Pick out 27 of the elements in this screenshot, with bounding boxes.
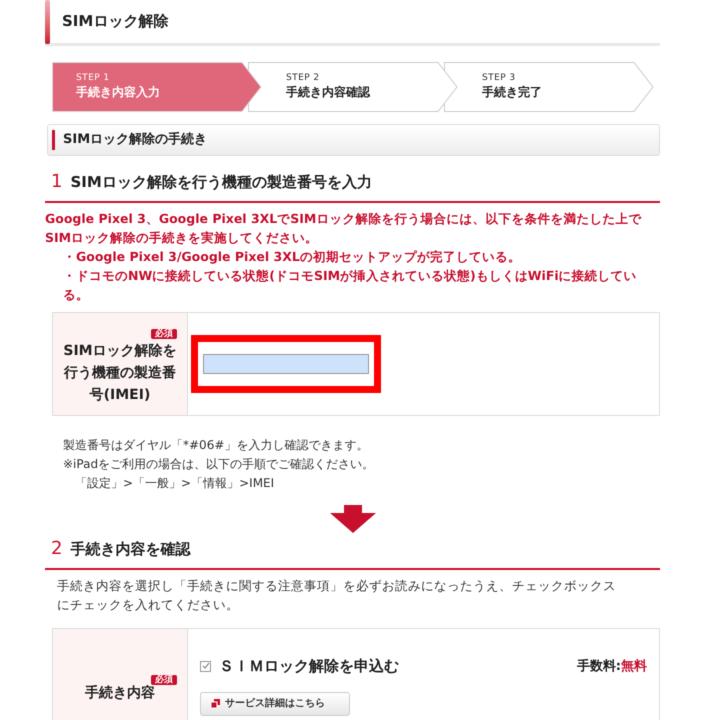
description-text: 手続き内容を選択し「手続きに関する注意事項」を必ずお読みになったうえ、チェックボックスにチェックを入れてください。	[57, 577, 617, 614]
note-text: 製造番号はダイヤル「*#06#」を入力し確認できます。	[63, 437, 370, 454]
notice-text: Google Pixel 3、Google Pixel 3XLでSIMロック解除を行う場合には、以下を条件を満たした上でSIMロック解除の手続きを実施してください。	[45, 210, 642, 247]
notice-text: ・ドコモのNWに接続している状態(ドコモSIMが挿入されている状態)もしくはWiFiに接続している。	[62, 267, 638, 304]
step-label: 手続き完了	[482, 84, 543, 100]
notice-text: ・Google Pixel 3/Google Pixel 3XLの初期セットアップが完了している。	[62, 248, 522, 266]
section-title: SIMロック解除の手続き	[63, 130, 208, 150]
step-number: STEP 1	[76, 72, 111, 84]
section-number: 1	[51, 170, 62, 194]
fee-value: 無料	[621, 658, 647, 676]
option-label: ＳＩＭロック解除を申込む	[219, 656, 399, 677]
page-title: SIMロック解除	[62, 11, 168, 32]
note-text: 「設定」>「一般」>「情報」>IMEI	[74, 475, 276, 492]
required-badge: 必須	[151, 675, 177, 685]
section-heading: SIMロック解除を行う機種の製造番号を入力	[70, 172, 372, 193]
section-heading: 手続き内容を確認	[70, 539, 190, 560]
section-number: 2	[51, 537, 62, 561]
row-label: 手続き内容	[85, 684, 155, 702]
service-detail-button[interactable]: サービス詳細はこちら	[200, 692, 350, 716]
required-badge: 必須	[151, 329, 177, 339]
note-text: ※iPadをご利用の場合は、以下の手順でご確認ください。	[63, 456, 376, 473]
fee-label: 手数料:	[576, 658, 621, 676]
step-number: STEP 3	[482, 72, 517, 84]
step-number: STEP 2	[286, 72, 321, 84]
step-label: 手続き内容確認	[286, 84, 372, 100]
step-label: 手続き内容入力	[76, 84, 161, 100]
field-label: SIMロック解除を行う機種の製造番号(IMEI)	[62, 342, 178, 405]
